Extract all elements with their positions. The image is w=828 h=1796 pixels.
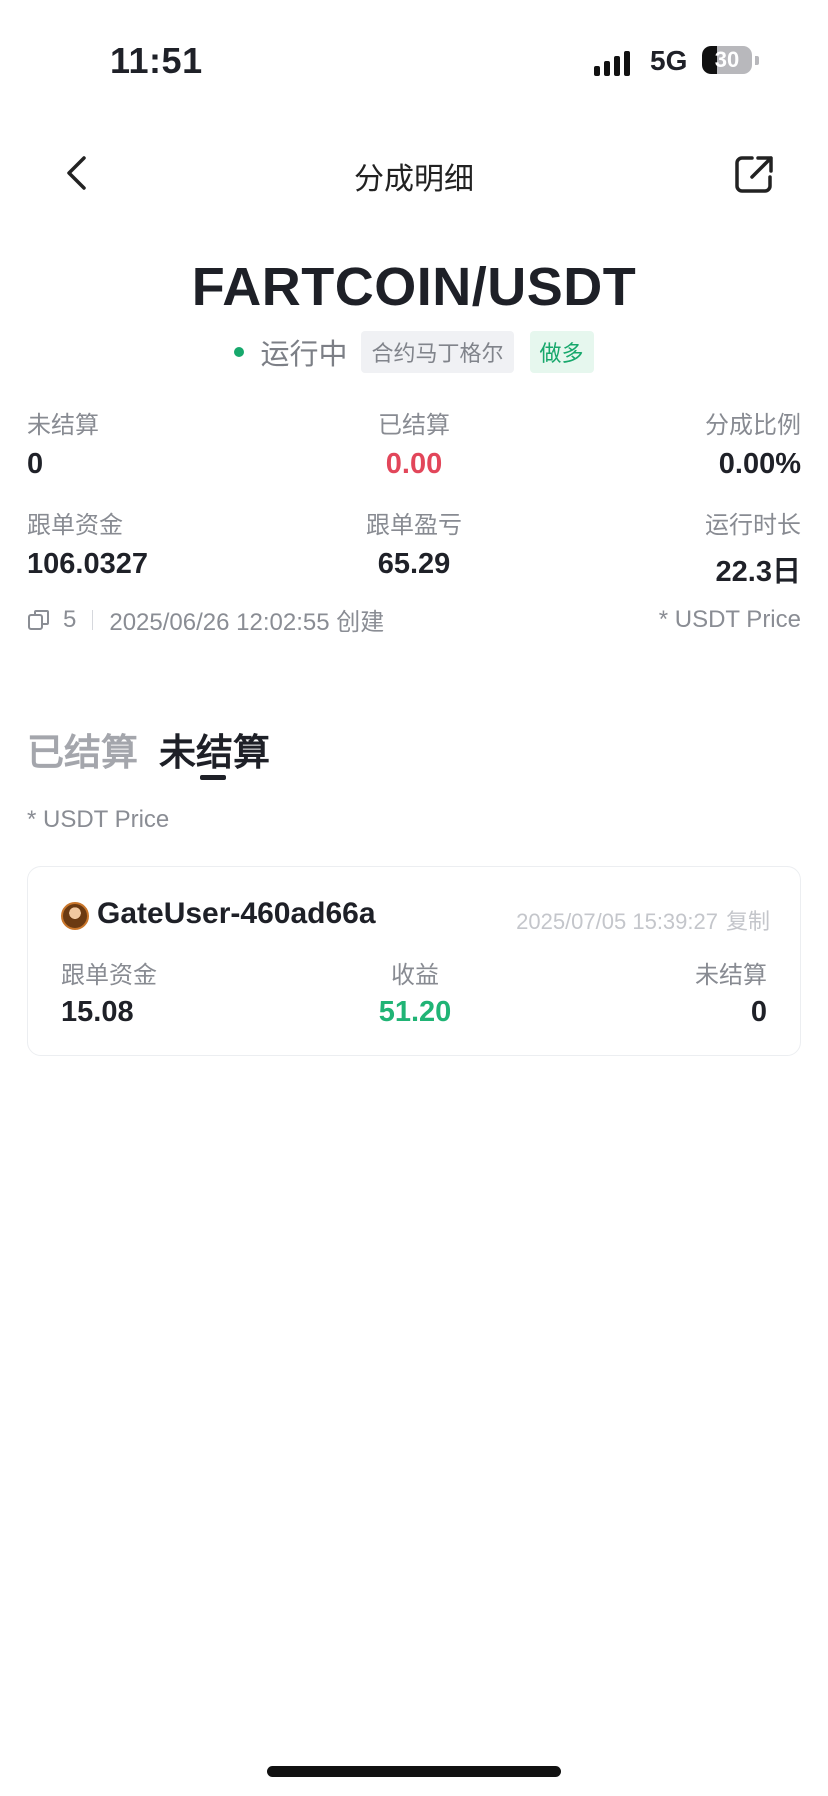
copy-button[interactable]: 复制 bbox=[726, 909, 770, 934]
record-profit: 收益 51.20 bbox=[315, 955, 515, 1029]
stat-value: 0.00 bbox=[385, 448, 443, 480]
copy-count: 5 bbox=[63, 605, 77, 633]
stat-unsettled: 未结算 0 bbox=[27, 405, 99, 481]
record-unsettled-value: 0 bbox=[750, 996, 767, 1028]
stat-copy-fund: 跟单资金 106.0327 bbox=[27, 505, 148, 581]
stat-label: 跟单资金 bbox=[27, 512, 123, 539]
stat-value: 65.29 bbox=[377, 548, 451, 580]
page-title: 分成明细 bbox=[354, 163, 474, 196]
price-note: * USDT Price bbox=[658, 605, 801, 633]
record-time: 2025/07/05 15:39:27 bbox=[516, 909, 718, 934]
direction-tag: 做多 bbox=[529, 331, 594, 373]
record-unsettled: 未结算 0 bbox=[695, 955, 767, 1029]
status-time: 11:51 bbox=[110, 40, 203, 81]
avatar bbox=[61, 902, 89, 930]
stat-label: 跟单盈亏 bbox=[366, 512, 462, 539]
strategy-tag: 合约马丁格尔 bbox=[361, 331, 514, 373]
status-text: 运行中 bbox=[260, 339, 348, 371]
tab-unsettled[interactable]: 未结算 bbox=[159, 722, 270, 776]
battery-level: 30 bbox=[714, 47, 740, 72]
username: GateUser-460ad66a bbox=[97, 897, 376, 930]
battery-tip bbox=[755, 56, 759, 65]
running-dot-icon bbox=[234, 347, 245, 357]
stat-value: 0.00% bbox=[718, 448, 801, 480]
stat-copy-pnl: 跟单盈亏 65.29 bbox=[314, 505, 514, 581]
trading-pair: FARTCOIN/USDT bbox=[191, 257, 637, 317]
stat-settled: 已结算 0.00 bbox=[314, 405, 514, 481]
battery-icon: 30 bbox=[702, 46, 752, 74]
share-button[interactable] bbox=[730, 150, 778, 198]
meta-row: 5 2025/06/26 12:02:55 创建 * USDT Price bbox=[27, 602, 801, 637]
record-time-row: 2025/07/05 15:39:27 复制 bbox=[516, 904, 770, 936]
stat-label: 未结算 bbox=[27, 412, 99, 439]
created-time: 2025/06/26 12:02:55 创建 bbox=[109, 609, 385, 636]
home-indicator[interactable] bbox=[267, 1766, 561, 1777]
record-profit-value: 51.20 bbox=[378, 996, 452, 1028]
copy-count-icon bbox=[28, 609, 49, 630]
divider bbox=[92, 609, 94, 630]
list-price-note: * USDT Price bbox=[27, 806, 170, 833]
stat-value: 106.0327 bbox=[27, 548, 148, 580]
stat-value: 0 bbox=[27, 448, 44, 480]
share-external-icon bbox=[735, 156, 773, 193]
record-card: GateUser-460ad66a 2025/07/05 15:39:27 复制 … bbox=[27, 866, 801, 1056]
stat-value: 22.3日 bbox=[715, 556, 801, 588]
stat-label: 已结算 bbox=[378, 412, 450, 439]
stat-label: 运行时长 bbox=[705, 512, 801, 539]
signal-icon bbox=[594, 48, 630, 76]
stat-share-ratio: 分成比例 0.00% bbox=[705, 405, 801, 481]
tab-settled[interactable]: 已结算 bbox=[27, 722, 138, 776]
record-fund-label: 跟单资金 bbox=[61, 962, 157, 989]
stat-runtime: 运行时长 22.3日 bbox=[705, 505, 801, 590]
record-fund: 跟单资金 15.08 bbox=[61, 955, 157, 1029]
record-fund-value: 15.08 bbox=[61, 996, 134, 1028]
tab-indicator bbox=[200, 775, 226, 780]
record-profit-label: 收益 bbox=[391, 962, 439, 989]
network-type: 5G bbox=[650, 45, 688, 76]
page: 11:51 5G 30 分成明细 FARTCOIN/USDT 运行中 合约马丁格… bbox=[0, 0, 828, 1796]
record-unsettled-label: 未结算 bbox=[695, 962, 767, 989]
stat-label: 分成比例 bbox=[705, 412, 801, 439]
status-tags: 运行中 合约马丁格尔 做多 bbox=[0, 331, 828, 373]
